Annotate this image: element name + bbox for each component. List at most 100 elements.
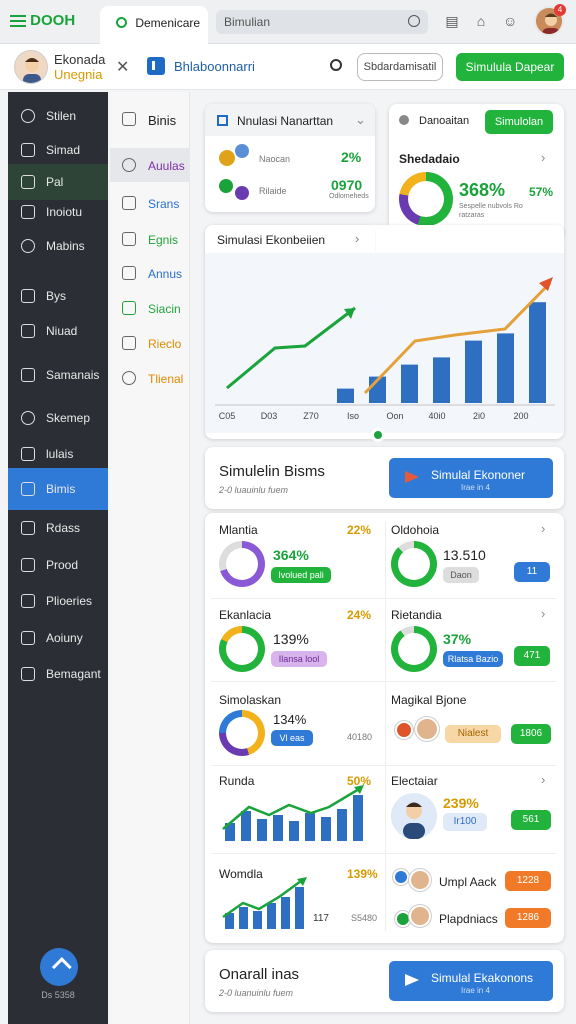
metric-pill[interactable]: Nialest xyxy=(445,725,501,743)
close-icon[interactable]: ✕ xyxy=(116,57,129,77)
list-badge[interactable]: 1286 xyxy=(505,908,551,928)
metric-pill[interactable]: Rlatsa Bazio xyxy=(443,651,503,667)
sidebar-item-5[interactable]: Mabins xyxy=(8,228,108,264)
play-icon xyxy=(405,471,419,483)
flower-icon xyxy=(235,144,249,158)
button-label: Simulal Ekakonons xyxy=(431,971,534,985)
window-icon xyxy=(21,175,35,189)
subnav-item-6[interactable]: Siacin xyxy=(110,291,190,325)
app-title: Bhlaboonnarri xyxy=(174,59,255,74)
chart-scroll-handle[interactable] xyxy=(371,428,385,442)
app-logo[interactable]: DOOH xyxy=(10,12,75,30)
summary-card: Nnulasi Nanarttan ⌄ Naocan 2% Rilaide 09… xyxy=(205,104,375,212)
sidebar-item-16[interactable]: Bemagant xyxy=(8,656,108,692)
chevron-right-icon[interactable]: › xyxy=(541,772,545,787)
metrics-grid: Mlantia 22% 364% Ivolued pali Oldohoia ›… xyxy=(205,513,564,943)
sidebar-item-label: Niuad xyxy=(46,324,78,338)
layers-icon xyxy=(21,324,35,338)
metric-badge[interactable]: 561 xyxy=(511,810,551,830)
sidebar-item-9[interactable]: Skemep xyxy=(8,400,108,436)
avatar xyxy=(415,717,439,741)
profile-name-line2: Unegnia xyxy=(54,67,103,82)
smile-icon[interactable]: ☺ xyxy=(503,13,517,29)
sidebar-item-2[interactable]: Simad xyxy=(8,132,108,168)
row2-label: Rilaide xyxy=(259,186,287,196)
search-input[interactable]: Bimulian xyxy=(216,10,428,34)
metric-pill[interactable]: Daon xyxy=(443,567,479,583)
metric-title: Rietandia xyxy=(391,608,442,622)
frame-icon xyxy=(21,205,35,219)
subnav-item-7[interactable]: Rieclo xyxy=(110,326,190,360)
simulate-economy-button[interactable]: Simulal Ekononer Irae in 4 xyxy=(389,458,553,498)
subnav-item-5[interactable]: Annus xyxy=(110,256,190,290)
sidebar-item-12[interactable]: Rdass xyxy=(8,510,108,546)
app-icon xyxy=(147,57,165,75)
sidebar-item-label: Simad xyxy=(46,143,81,157)
sidebar-item-14[interactable]: Plioeries xyxy=(8,583,108,619)
sidebar-item-15[interactable]: Aoiuny xyxy=(8,620,108,656)
chart-x-label: Z70 xyxy=(303,411,319,421)
sidebar: Stilen Simad Pal Inoiotu Mabins Bys Niua… xyxy=(8,92,108,1024)
clipboard-icon[interactable]: ▤ xyxy=(445,13,459,29)
list-badge[interactable]: 1228 xyxy=(505,871,551,891)
sidebar-item-label: Aoiuny xyxy=(46,631,83,645)
card-label: Danoaitan xyxy=(419,115,470,127)
metric-pill[interactable]: Vl eas xyxy=(271,730,313,746)
metric-pill[interactable]: Ir100 xyxy=(443,813,487,831)
subnav-item-8[interactable]: Tlienal xyxy=(110,361,190,395)
metric-side: 40180 xyxy=(347,732,373,742)
navigate-button[interactable] xyxy=(40,948,78,986)
menu-icon[interactable] xyxy=(10,12,26,30)
subnav-item-4[interactable]: Egnis xyxy=(110,222,190,256)
sidebar-item-1[interactable]: Stilen xyxy=(8,98,108,134)
wallet-icon xyxy=(21,482,35,496)
link-icon xyxy=(21,368,35,382)
sidebar-item-4[interactable]: Inoiotu xyxy=(8,194,108,230)
chevron-right-icon[interactable]: › xyxy=(541,150,545,165)
sidebar-item-6[interactable]: Bys xyxy=(8,278,108,314)
metric-badge[interactable]: 1806 xyxy=(511,724,551,744)
book-icon xyxy=(21,289,35,303)
sidebar-item-7[interactable]: Niuad xyxy=(8,313,108,349)
row2-value: 0970 xyxy=(331,177,363,193)
metric-title: Oldohoia xyxy=(391,523,440,537)
chevron-right-icon[interactable]: › xyxy=(541,606,545,621)
mini-bar-chart xyxy=(222,785,364,841)
sidebar-item-8[interactable]: Samanais xyxy=(8,357,108,393)
chevron-right-icon[interactable]: › xyxy=(355,231,359,246)
logo-text: DOOH xyxy=(30,12,76,29)
tab-label: Demenicare xyxy=(135,16,201,30)
metric-v1: 117 xyxy=(313,913,329,924)
tab-active[interactable]: Demenicare xyxy=(100,6,208,44)
sidebar-item-11[interactable]: Bimis xyxy=(8,468,108,510)
simulate-economy-button[interactable]: Simulal Ekakonons Irae in 4 xyxy=(389,961,553,1001)
subnav-label: Rieclo xyxy=(148,337,182,351)
subnav-item-3[interactable]: Srans xyxy=(110,186,190,220)
donut-chart xyxy=(391,626,437,672)
chevron-right-icon[interactable]: › xyxy=(541,521,545,536)
metric-value: 134% xyxy=(273,712,307,727)
tab-status-icon xyxy=(116,17,127,28)
subnav-item-2[interactable]: Auulas xyxy=(110,148,190,182)
subnav-item-1[interactable]: Binis xyxy=(110,102,190,136)
search-icon[interactable] xyxy=(408,15,420,27)
metric-pill[interactable]: Ivolued pali xyxy=(271,567,331,583)
notification-badge: 4 xyxy=(554,4,566,16)
outline-button[interactable]: Sbdardamisatil xyxy=(357,53,443,81)
sidebar-item-13[interactable]: Prood xyxy=(8,547,108,583)
search-icon[interactable] xyxy=(330,59,342,71)
metric-badge[interactable]: 11 xyxy=(514,562,550,582)
simulate-button[interactable]: Simulolan xyxy=(485,110,553,134)
metric-badge[interactable]: 471 xyxy=(514,646,550,666)
chart-card: Simulasi Ekonbeiien › C05 D03 Z70 Iso Oon 40i… xyxy=(205,225,564,442)
document-icon xyxy=(21,594,35,608)
sidebar-item-10[interactable]: lulais xyxy=(8,436,108,472)
chevron-down-icon[interactable]: ⌄ xyxy=(355,112,366,128)
bag-icon[interactable]: ⌂ xyxy=(474,13,488,29)
profile-avatar[interactable] xyxy=(14,50,48,84)
sidebar-item-label: Inoiotu xyxy=(46,205,83,219)
side-value: 57% xyxy=(529,185,554,199)
metric-pill[interactable]: Ilansa lool xyxy=(271,651,327,667)
primary-button[interactable]: Simulula Dapear xyxy=(456,53,564,81)
circle-icon xyxy=(21,239,35,253)
